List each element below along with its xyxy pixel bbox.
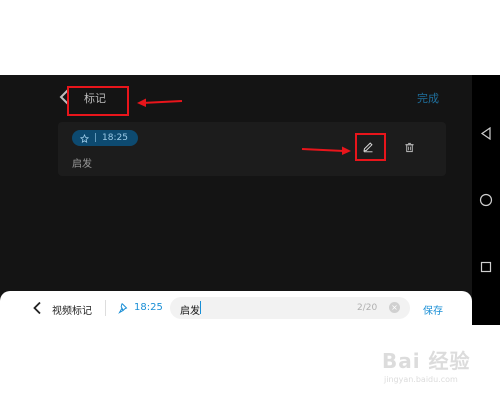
nav-recents-button[interactable]: [478, 259, 494, 275]
square-recents-icon: [480, 261, 492, 273]
note-text: 启发: [72, 159, 92, 170]
annotation-box-title: [67, 86, 129, 116]
triangle-back-icon: [480, 126, 491, 140]
sheet-time[interactable]: 18:25: [134, 302, 163, 313]
sheet-back-chevron-icon[interactable]: [32, 301, 42, 315]
annotation-arrow-left-icon: [137, 98, 183, 107]
delete-button[interactable]: [402, 140, 416, 154]
timestamp-badge[interactable]: | 18:25: [72, 130, 138, 146]
badge-time: 18:25: [102, 133, 128, 143]
nav-home-button[interactable]: [478, 192, 494, 208]
trash-icon: [404, 142, 414, 152]
baidu-watermark: Bai 经验 jingyan.baidu.com: [382, 345, 482, 391]
screenshot-stage: 标记 完成 | 18:25 启发 视频标记 18:25 启发 2/20 × 保存…: [0, 0, 500, 400]
badge-separator: |: [94, 133, 98, 143]
annotation-box-edit: [355, 133, 386, 161]
char-counter: 2/20: [357, 303, 378, 313]
watermark-site: jingyan.baidu.com: [384, 375, 458, 384]
annotation-arrow-right-icon: [301, 146, 351, 155]
system-nav-bar: [472, 75, 500, 325]
nav-back-button[interactable]: [478, 125, 494, 141]
done-button[interactable]: 完成: [417, 90, 439, 106]
watermark-logo: Bai 经验: [382, 349, 471, 373]
sheet-title: 视频标记: [52, 306, 92, 317]
sheet-divider: [105, 300, 106, 316]
text-caret: [200, 301, 201, 314]
clear-input-button[interactable]: ×: [389, 302, 400, 313]
pin-icon: [80, 133, 89, 143]
input-value[interactable]: 启发: [180, 302, 200, 317]
sheet-pin-icon: [118, 303, 128, 314]
save-button[interactable]: 保存: [423, 302, 443, 317]
circle-home-icon: [479, 193, 493, 207]
